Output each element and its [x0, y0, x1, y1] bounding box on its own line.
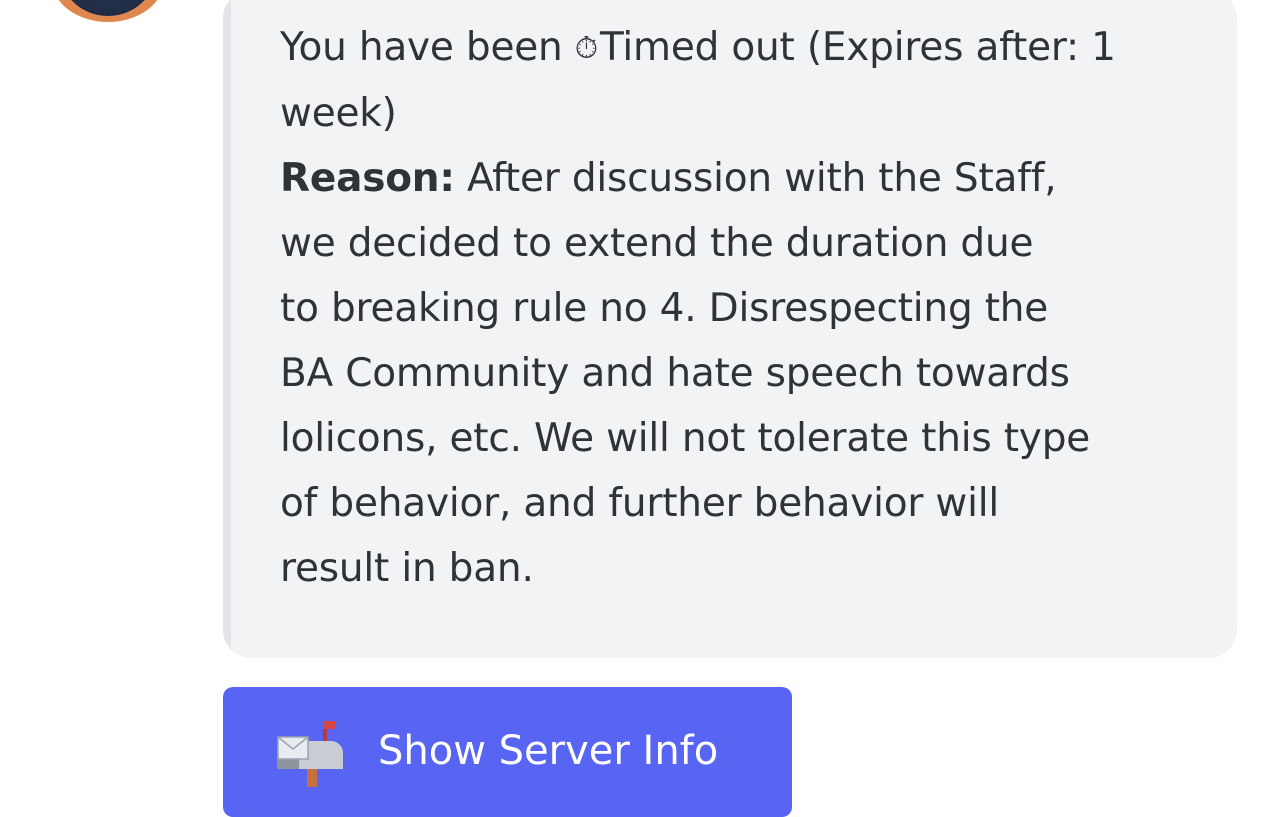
embed-accent-bar: [223, 0, 231, 658]
stopwatch-icon: ⏱: [574, 31, 598, 66]
embed-description: You have been ⏱Timed out (Expires after:…: [280, 15, 1195, 601]
message-embed: You have been ⏱Timed out (Expires after:…: [223, 0, 1237, 658]
timeout-duration-line: week): [280, 91, 397, 136]
reason-text-first: After discussion with the Staff,: [454, 156, 1057, 201]
reason-text-line: BA Community and hate speech towards: [280, 351, 1070, 396]
show-server-info-label: Show Server Info: [378, 728, 719, 774]
reason-text-line: lolicons, etc. We will not tolerate this…: [280, 416, 1091, 461]
avatar[interactable]: [52, 0, 164, 22]
reason-text-line: to breaking rule no 4. Disrespecting the: [280, 286, 1049, 331]
reason-text-line: result in ban.: [280, 546, 534, 591]
timeout-line: You have been ⏱Timed out (Expires after:…: [280, 15, 1195, 81]
show-server-info-button[interactable]: Show Server Info: [223, 687, 792, 817]
reason-text-line: of behavior, and further behavior will: [280, 481, 1000, 526]
mailbox-icon: [277, 721, 343, 787]
reason-text-line: we decided to extend the duration due: [280, 221, 1034, 266]
timeout-status-text: Timed out (Expires after: 1: [599, 25, 1116, 70]
reason-label: Reason:: [280, 156, 455, 201]
timeout-prefix-text: You have been: [280, 25, 575, 70]
avatar-image: [58, 0, 158, 16]
reason-line: Reason: After discussion with the Staff,: [280, 146, 1195, 211]
